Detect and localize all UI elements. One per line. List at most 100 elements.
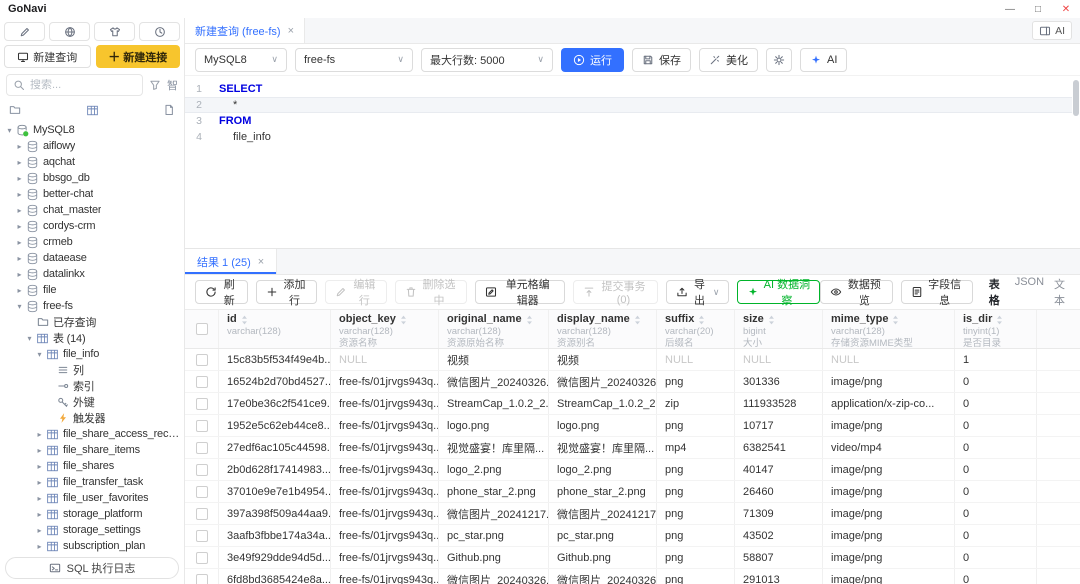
tree-item-chat-master[interactable]: ▸chat_master <box>0 202 182 218</box>
tree-item-crmeb[interactable]: ▸crmeb <box>0 234 182 250</box>
cell[interactable]: free-fs/01jrvgs943q... <box>331 371 439 392</box>
cell[interactable]: image/png <box>823 481 955 502</box>
cell[interactable]: 0 <box>955 415 1037 436</box>
cell[interactable]: image/png <box>823 525 955 546</box>
cell[interactable]: 视频 <box>439 349 549 370</box>
cell[interactable]: 291013 <box>735 569 823 584</box>
cell[interactable]: 视觉盛宴！库里隔... <box>439 437 549 458</box>
sort-icon[interactable] <box>698 315 705 325</box>
tree-item-aiflowy[interactable]: ▸aiflowy <box>0 138 182 154</box>
cell[interactable]: NULL <box>823 349 955 370</box>
refresh-button[interactable]: 刷新 <box>195 280 248 304</box>
cell[interactable]: 17e0be36c2f541ce9... <box>219 393 331 414</box>
chevron-right-icon[interactable]: ▸ <box>14 286 25 295</box>
close-result-tab-icon[interactable]: × <box>258 256 264 268</box>
cell-editor-button[interactable]: 单元格编辑器 <box>475 280 565 304</box>
cell[interactable]: NULL <box>331 349 439 370</box>
chevron-right-icon[interactable]: ▸ <box>34 478 45 487</box>
sort-icon[interactable] <box>526 315 533 325</box>
cell[interactable]: 0 <box>955 371 1037 392</box>
cell[interactable]: 3aafb3fbbe174a34a... <box>219 525 331 546</box>
run-button[interactable]: 运行 <box>561 48 624 72</box>
cell[interactable]: 15c83b5f534f49e4b... <box>219 349 331 370</box>
ai-insight-button[interactable]: AI 数据洞察 <box>737 280 820 304</box>
sort-icon[interactable] <box>634 315 641 325</box>
tree-item-file[interactable]: ▸file <box>0 282 182 298</box>
cell[interactable]: png <box>657 569 735 584</box>
cell[interactable]: png <box>657 525 735 546</box>
close-tab-icon[interactable]: × <box>288 25 294 37</box>
chevron-right-icon[interactable]: ▸ <box>14 222 25 231</box>
cell[interactable]: png <box>657 503 735 524</box>
save-button[interactable]: 保存 <box>632 48 691 72</box>
row-checkbox[interactable] <box>196 376 208 388</box>
cell[interactable]: 2b0d628f17414983... <box>219 459 331 480</box>
row-checkbox[interactable] <box>196 354 208 366</box>
sql-log-button[interactable]: SQL 执行日志 <box>5 557 179 579</box>
beautify-button[interactable]: 美化 <box>699 48 758 72</box>
tree-item-better-chat[interactable]: ▸better-chat <box>0 186 182 202</box>
cell[interactable]: 0 <box>955 525 1037 546</box>
tree-item-storage-platform[interactable]: ▸storage_platform <box>0 506 182 522</box>
scrollbar-thumb[interactable] <box>1073 80 1079 116</box>
cell[interactable]: free-fs/01jrvgs943q... <box>331 503 439 524</box>
language-button[interactable] <box>49 22 90 41</box>
chevron-right-icon[interactable]: ▸ <box>14 190 25 199</box>
export-button[interactable]: 导出∨ <box>666 280 729 304</box>
cell[interactable]: free-fs/01jrvgs943q... <box>331 437 439 458</box>
sort-icon[interactable] <box>892 315 899 325</box>
cell[interactable]: logo.png <box>439 415 549 436</box>
tree-item-cordys-crm[interactable]: ▸cordys-crm <box>0 218 182 234</box>
cell[interactable]: video/mp4 <box>823 437 955 458</box>
cell[interactable]: free-fs/01jrvgs943q... <box>331 459 439 480</box>
tree-item-free-fs[interactable]: ▾free-fs <box>0 298 182 314</box>
column-header-is_dir[interactable]: is_dirtinyint(1)是否目录 <box>955 310 1037 348</box>
ai-button[interactable]: AI <box>800 48 847 72</box>
cell[interactable]: 视频 <box>549 349 657 370</box>
cell[interactable]: image/png <box>823 569 955 584</box>
cell[interactable]: 40147 <box>735 459 823 480</box>
cell[interactable]: free-fs/01jrvgs943q... <box>331 415 439 436</box>
cell[interactable]: free-fs/01jrvgs943q... <box>331 569 439 584</box>
cell[interactable]: 0 <box>955 393 1037 414</box>
sort-icon[interactable] <box>996 315 1003 325</box>
cell[interactable]: 0 <box>955 437 1037 458</box>
cell[interactable]: png <box>657 481 735 502</box>
cell[interactable]: image/png <box>823 415 955 436</box>
row-checkbox[interactable] <box>196 442 208 454</box>
row-checkbox[interactable] <box>196 486 208 498</box>
edit-connection-button[interactable] <box>4 22 45 41</box>
tree-item-file-shares[interactable]: ▸file_shares <box>0 458 182 474</box>
chevron-right-icon[interactable]: ▸ <box>14 238 25 247</box>
theme-button[interactable] <box>94 22 135 41</box>
cell[interactable]: zip <box>657 393 735 414</box>
cell[interactable]: logo_2.png <box>549 459 657 480</box>
minimize-button[interactable]: — <box>996 0 1024 18</box>
tree-item-file-user-favorites[interactable]: ▸file_user_favorites <box>0 490 182 506</box>
sort-icon[interactable] <box>241 315 248 325</box>
cell[interactable]: 微信图片_20241217... <box>439 503 549 524</box>
cell[interactable]: logo_2.png <box>439 459 549 480</box>
cell[interactable]: Github.png <box>439 547 549 568</box>
column-header-size[interactable]: sizebigint大小 <box>735 310 823 348</box>
cell[interactable]: 微信图片_20240326... <box>549 569 657 584</box>
chevron-down-icon[interactable]: ▾ <box>14 302 25 311</box>
chevron-right-icon[interactable]: ▸ <box>34 446 45 455</box>
database-select[interactable]: free-fs∨ <box>295 48 413 72</box>
cell[interactable]: 3e49f929dde94d5d... <box>219 547 331 568</box>
tree-item-datalinkx[interactable]: ▸datalinkx <box>0 266 182 282</box>
tree-item-14[interactable]: ▾表 (14) <box>0 330 182 346</box>
tree-item-storage-settings[interactable]: ▸storage_settings <box>0 522 182 538</box>
cell[interactable]: 27edf6ac105c44598... <box>219 437 331 458</box>
connection-select[interactable]: MySQL8∨ <box>195 48 287 72</box>
cell[interactable]: NULL <box>735 349 823 370</box>
chevron-right-icon[interactable]: ▸ <box>14 206 25 215</box>
row-checkbox[interactable] <box>196 508 208 520</box>
cell[interactable]: phone_star_2.png <box>439 481 549 502</box>
row-checkbox[interactable] <box>196 574 208 584</box>
cell[interactable]: application/x-zip-co... <box>823 393 955 414</box>
max-rows-select[interactable]: 最大行数: 5000∨ <box>421 48 553 72</box>
cell[interactable]: 0 <box>955 503 1037 524</box>
column-header-mime_type[interactable]: mime_typevarchar(128)存储资源MIME类型 <box>823 310 955 348</box>
chevron-right-icon[interactable]: ▸ <box>14 174 25 183</box>
